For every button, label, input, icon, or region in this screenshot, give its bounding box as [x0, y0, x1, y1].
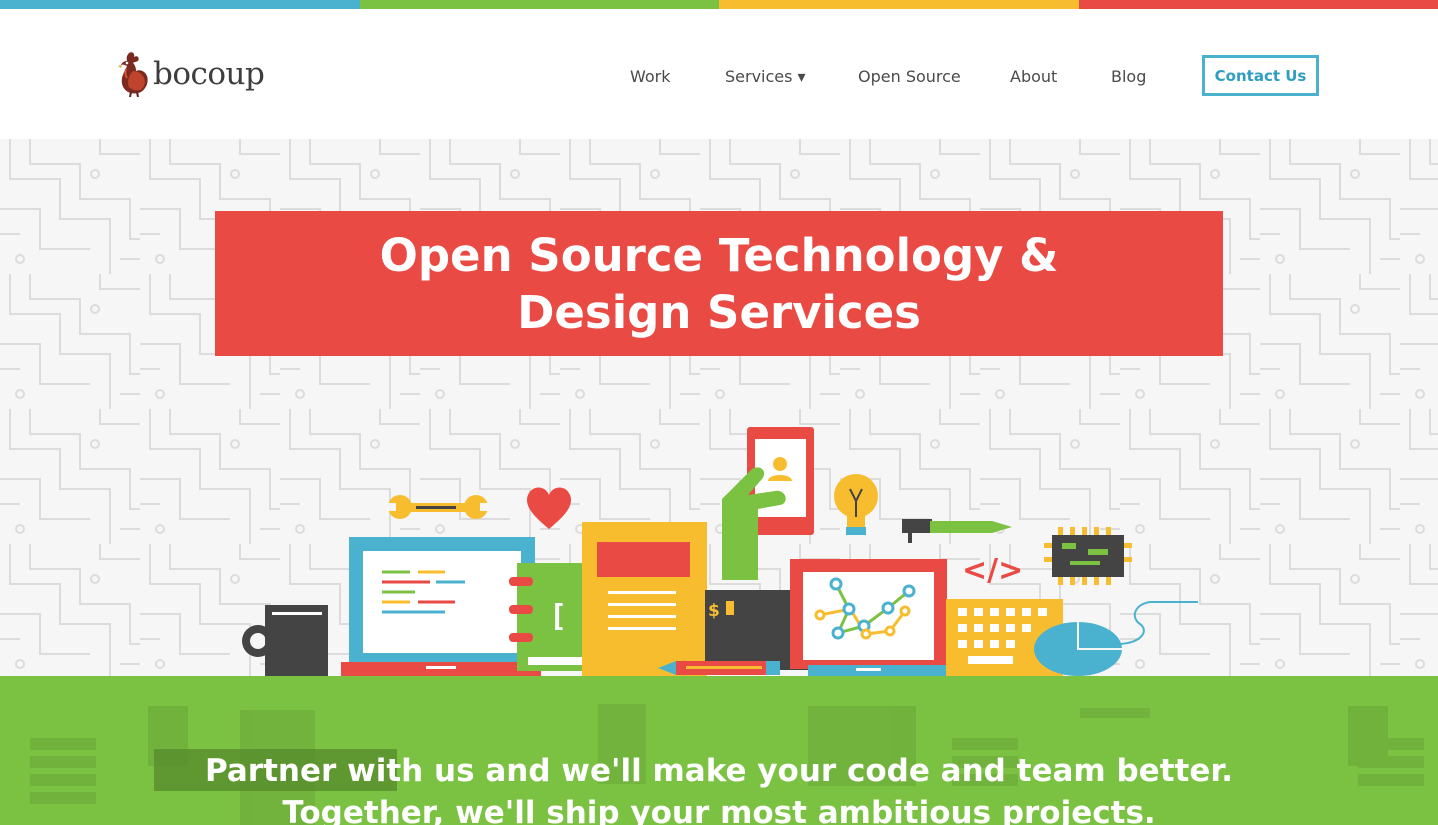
nav-blog[interactable]: Blog — [1111, 67, 1146, 86]
code-icon: </> — [962, 553, 1023, 588]
document-icon — [582, 522, 707, 676]
heart-icon — [526, 487, 572, 529]
logo-link[interactable]: bocoup — [117, 51, 265, 97]
site-header: bocoup Work Services ▾ Open Source About… — [0, 9, 1438, 139]
strip-blue — [0, 0, 360, 9]
contact-us-button[interactable]: Contact Us — [1202, 55, 1319, 96]
tagline-text: Partner with us and we'll make your code… — [204, 753, 1234, 825]
hero-illustration: </> [] $ — [242, 427, 1198, 676]
lightbulb-icon — [834, 474, 878, 535]
rooster-icon — [118, 52, 148, 97]
strip-red — [1078, 0, 1438, 9]
nav-work[interactable]: Work — [630, 67, 671, 86]
mug-icon — [242, 605, 328, 676]
tagline-band: Partner with us and we'll make your code… — [0, 676, 1438, 825]
chip-icon — [1044, 527, 1132, 585]
strip-yellow — [719, 0, 1079, 9]
svg-text:$: $ — [708, 601, 720, 621]
nav-services[interactable]: Services ▾ — [725, 67, 806, 86]
monitor-chart-icon — [790, 559, 956, 676]
nav-about[interactable]: About — [1010, 67, 1057, 86]
wrench-icon — [386, 495, 490, 519]
phone-icon — [722, 427, 814, 580]
hero-section: Open Source Technology & Design Services — [0, 139, 1438, 676]
strip-green — [359, 0, 719, 9]
pencil-icon — [658, 661, 780, 675]
pen-icon — [902, 519, 1012, 543]
brand-name: bocoup — [153, 56, 265, 92]
nav-open-source[interactable]: Open Source — [858, 67, 961, 86]
color-strip — [0, 0, 1438, 9]
